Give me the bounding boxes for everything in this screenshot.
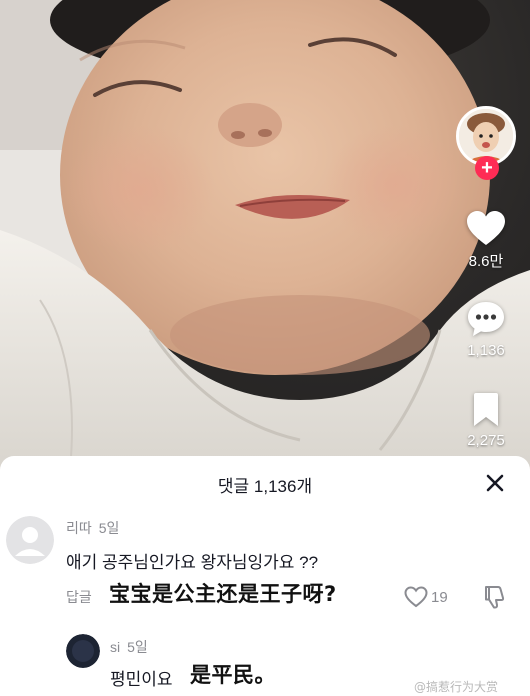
creator-avatar-group: + (456, 106, 516, 180)
translation-overlay: 宝宝是公主还是王子呀? (109, 582, 337, 606)
avatar[interactable] (6, 516, 54, 564)
username-text: si (110, 639, 121, 655)
heart-icon (467, 211, 505, 245)
comment-age: 5일 (98, 520, 120, 536)
plus-icon: + (481, 157, 493, 179)
username-text: 리따 (66, 520, 92, 536)
comment-count: 1,136 (467, 342, 505, 359)
heart-outline-icon (404, 586, 428, 608)
like-action[interactable]: 8.6만 (446, 210, 526, 271)
reply-button[interactable]: 답글 (66, 587, 92, 607)
watermark: @搞惹行为大赏 (414, 680, 499, 694)
comment-like-button[interactable]: 19 (404, 586, 448, 608)
speech-bubble-icon (468, 302, 504, 336)
comment-username[interactable]: 리따 5일 (66, 518, 119, 538)
comment-sheet: 댓글 1,136개 리따 5일 애기 공주님인가요 왕자님잉가요 ?? 답글 宝宝… (0, 456, 530, 696)
video-player[interactable]: + 8.6만 1,136 2,275 (0, 0, 530, 470)
close-icon[interactable] (484, 472, 506, 494)
comment-username[interactable]: si 5일 (110, 637, 148, 657)
comment-text: 애기 공주님인가요 왕자님잉가요 ?? (66, 553, 319, 572)
save-count: 2,275 (467, 432, 505, 449)
comment-like-count: 19 (431, 588, 448, 606)
comment-age: 5일 (127, 639, 148, 655)
save-action[interactable]: 2,275 (446, 392, 526, 449)
follow-button[interactable]: + (475, 156, 499, 180)
creator-avatar-image (459, 109, 513, 163)
like-count: 8.6만 (468, 253, 504, 270)
comment-action[interactable]: 1,136 (446, 300, 526, 359)
comment-text: 평민이요 (110, 670, 173, 689)
thumbs-down-icon[interactable] (483, 584, 507, 610)
avatar[interactable] (66, 634, 100, 668)
sheet-title: 댓글 1,136개 (217, 477, 313, 496)
bookmark-icon (474, 393, 498, 426)
translation-overlay: 是平民。 (190, 663, 276, 687)
